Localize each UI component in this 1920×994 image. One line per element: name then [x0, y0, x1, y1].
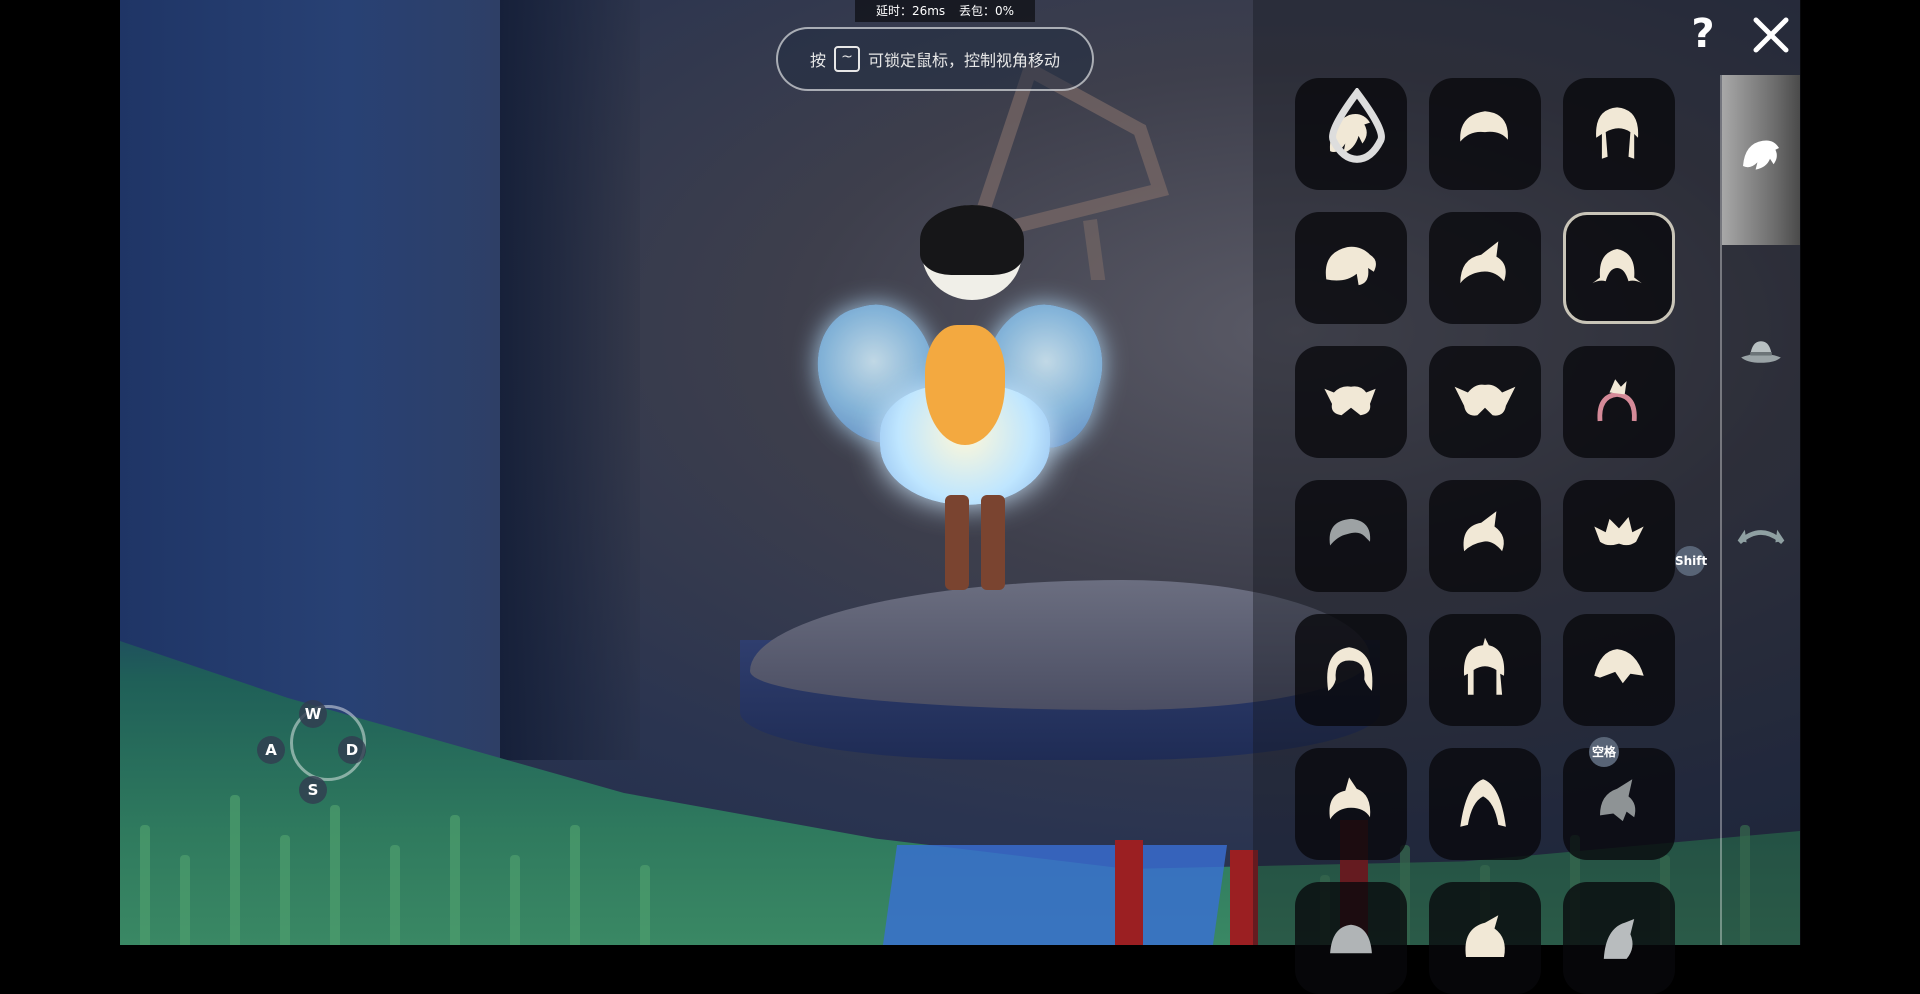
- hair-icon: [1465, 915, 1505, 957]
- key-a[interactable]: A: [257, 736, 285, 764]
- hair-accessory-icon[interactable]: [1734, 510, 1788, 564]
- hair-icon: [1327, 647, 1373, 691]
- hair-icon: [1463, 511, 1504, 552]
- character-cape: [925, 325, 1005, 445]
- key-w[interactable]: W: [299, 700, 327, 728]
- close-icon: [1753, 17, 1789, 53]
- hair-icon: [1592, 249, 1642, 284]
- movement-keys: W A D S: [257, 700, 366, 804]
- blue-floor-tile: [882, 845, 1228, 945]
- stone-pillar: [120, 0, 500, 760]
- hair-icon: [1454, 384, 1516, 416]
- hint-text: 可锁定鼠标，控制视角移动: [868, 51, 1061, 70]
- hair-icon: [1594, 517, 1644, 546]
- mouse-lock-hint: 按 ~ 可锁定鼠标，控制视角移动: [776, 27, 1094, 91]
- tilde-key-icon: ~: [834, 46, 860, 72]
- packet-loss-text: 丢包：0%: [959, 4, 1015, 18]
- hair-icon: [1329, 518, 1371, 546]
- hair-icon: [1329, 777, 1371, 820]
- hair-item[interactable]: [1563, 480, 1675, 592]
- key-s[interactable]: S: [299, 776, 327, 804]
- hair-item[interactable]: [1563, 882, 1675, 994]
- hair-icon: [1596, 107, 1639, 159]
- player-character: [803, 205, 1117, 595]
- hair-item[interactable]: [1563, 346, 1675, 458]
- hair-icon: [1600, 779, 1636, 822]
- hair-item[interactable]: [1295, 212, 1407, 324]
- hair-item[interactable]: [1429, 212, 1541, 324]
- hat-icon[interactable]: [1734, 325, 1788, 379]
- hair-icon: [1597, 379, 1637, 422]
- shift-key-badge: Shift: [1675, 546, 1707, 576]
- hair-icon: [1460, 779, 1506, 827]
- hair-item[interactable]: [1429, 748, 1541, 860]
- hair-item[interactable]: [1295, 614, 1407, 726]
- hair-icon: [1603, 919, 1635, 959]
- hair-icon[interactable]: [1734, 130, 1788, 184]
- hair-item[interactable]: [1429, 882, 1541, 994]
- dye-drop-icon: [1329, 88, 1385, 163]
- red-post: [1115, 840, 1143, 945]
- space-key-badge: 空格: [1589, 737, 1619, 767]
- hint-prefix: 按: [809, 51, 826, 70]
- latency-text: 延时：26ms: [875, 4, 946, 18]
- hair-icon: [1325, 246, 1376, 286]
- hair-item[interactable]: [1563, 614, 1675, 726]
- hair-item[interactable]: [1295, 882, 1407, 994]
- hair-item[interactable]: [1295, 748, 1407, 860]
- hair-item[interactable]: [1563, 212, 1675, 324]
- hair-item[interactable]: [1295, 480, 1407, 592]
- key-d[interactable]: D: [338, 736, 366, 764]
- hair-icon: [1324, 386, 1376, 416]
- wall-shadow: [500, 0, 640, 760]
- category-bar: [1720, 75, 1800, 945]
- help-button[interactable]: ?: [1685, 12, 1721, 56]
- hair-icon: [1460, 111, 1508, 142]
- hair-item[interactable]: [1563, 748, 1675, 860]
- character-hat: [920, 205, 1024, 275]
- hair-item[interactable]: [1429, 346, 1541, 458]
- hair-icon: [1463, 637, 1505, 695]
- hair-item[interactable]: [1429, 480, 1541, 592]
- close-button[interactable]: [1750, 14, 1792, 56]
- hair-icon: [1594, 649, 1644, 684]
- hair-item[interactable]: [1295, 78, 1407, 190]
- hair-item[interactable]: [1429, 78, 1541, 190]
- hair-item[interactable]: [1295, 346, 1407, 458]
- hair-item[interactable]: [1563, 78, 1675, 190]
- hair-icon: [1460, 241, 1506, 284]
- hair-icon: [1330, 924, 1372, 954]
- character-legs: [945, 495, 1005, 590]
- hair-item[interactable]: [1429, 614, 1541, 726]
- network-status: 延时：26ms 丢包：0%: [855, 0, 1035, 22]
